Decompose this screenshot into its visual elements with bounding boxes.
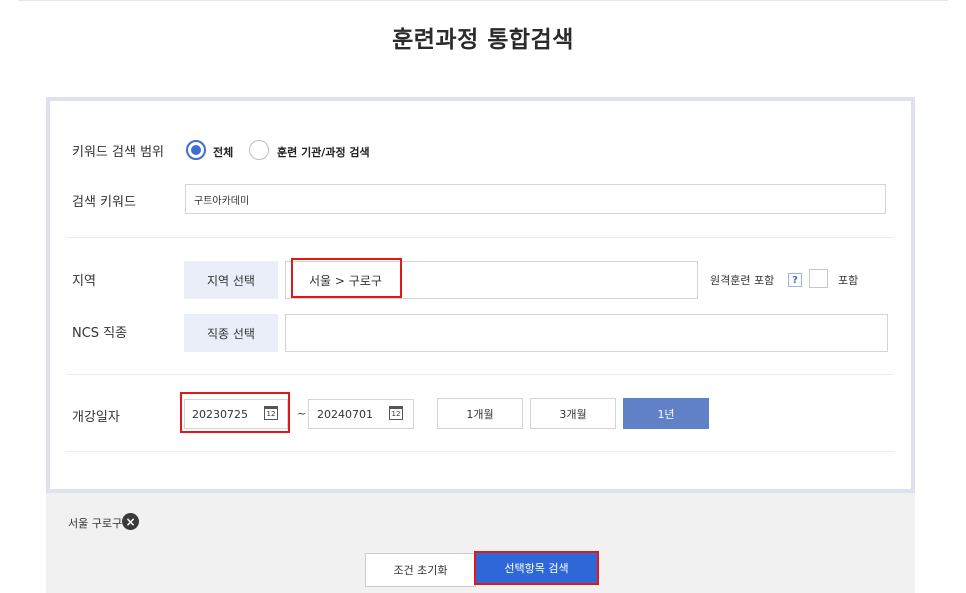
calendar-icon[interactable]: 12: [389, 406, 403, 420]
reset-conditions-button[interactable]: 조건 초기화: [365, 553, 476, 587]
region-select-button[interactable]: 지역 선택: [184, 261, 278, 299]
region-highlight: [291, 258, 402, 298]
remote-training-label: 원격훈련 포함: [710, 274, 775, 287]
section-divider: [66, 374, 894, 375]
keyword-label: 검색 키워드: [72, 195, 136, 210]
start-date-highlight: [180, 392, 290, 433]
open-date-label: 개강일자: [72, 410, 120, 425]
scope-institution-label[interactable]: 훈련 기관/과정 검색: [277, 144, 370, 160]
section-divider: [66, 451, 894, 452]
keyword-input[interactable]: 구트아카데미: [185, 184, 886, 214]
period-1-month-button[interactable]: 1개월: [437, 398, 523, 429]
date-range-separator: ~: [297, 407, 307, 420]
scope-all-label[interactable]: 전체: [213, 144, 233, 160]
region-label: 지역: [72, 274, 96, 289]
search-button-highlight: [474, 551, 599, 585]
keyword-scope-label: 키워드 검색 범위: [72, 145, 164, 160]
period-3-months-button[interactable]: 3개월: [530, 398, 616, 429]
period-1-year-button[interactable]: 1년: [623, 398, 709, 429]
ncs-select-button[interactable]: 직종 선택: [184, 314, 278, 352]
include-remote-checkbox[interactable]: [809, 269, 828, 288]
section-divider: [66, 237, 894, 238]
include-label[interactable]: 포함: [838, 272, 858, 288]
selected-tag-label: 서울 구로구: [68, 517, 123, 530]
help-icon[interactable]: ?: [788, 273, 802, 287]
top-divider: [18, 0, 948, 1]
scope-all-radio[interactable]: [186, 140, 206, 160]
ncs-label: NCS 직종: [72, 326, 128, 341]
page-title: 훈련과정 통합검색: [392, 27, 574, 53]
ncs-input[interactable]: [285, 314, 888, 352]
remove-tag-icon[interactable]: ×: [122, 513, 139, 530]
scope-institution-radio[interactable]: [249, 140, 269, 160]
